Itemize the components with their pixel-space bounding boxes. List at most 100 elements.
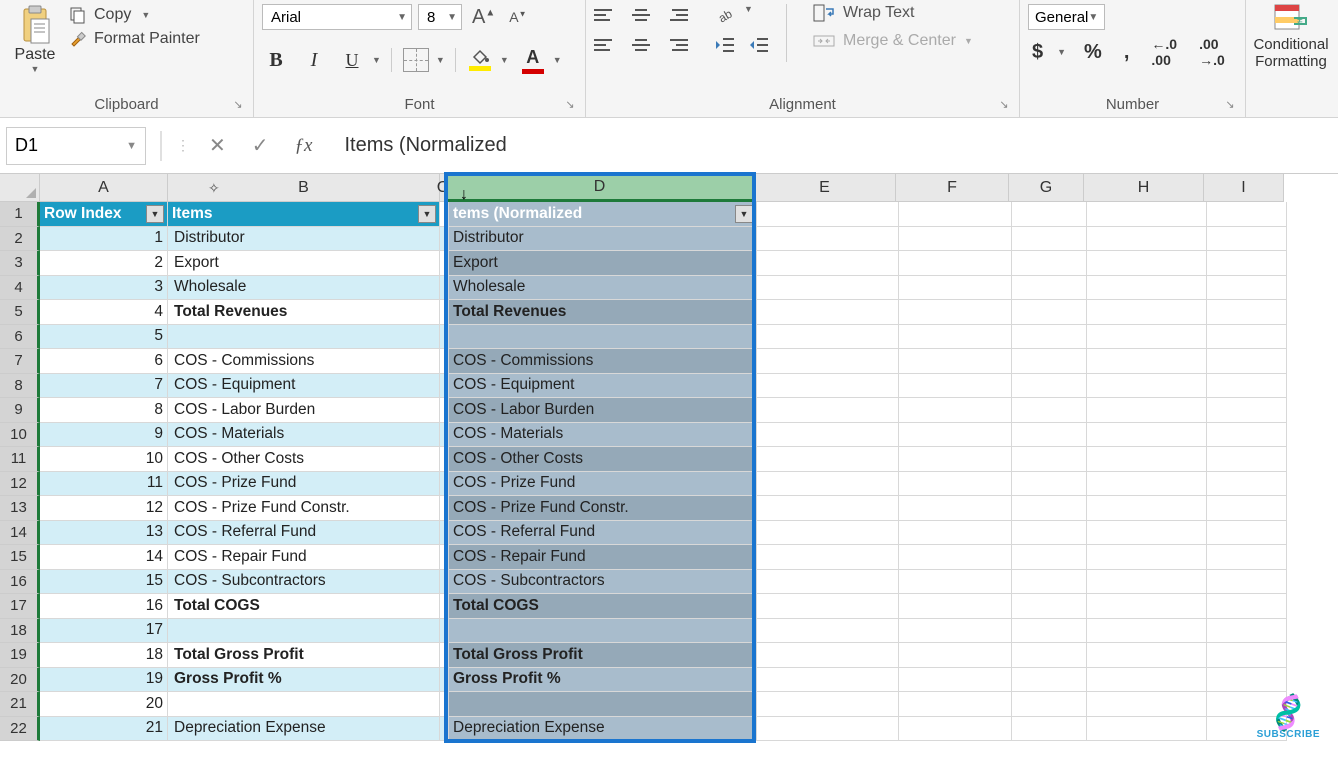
filter-button[interactable]: ▼ [146,205,164,223]
cell[interactable] [1087,398,1207,423]
cell[interactable]: 13 [40,521,168,546]
cell[interactable] [440,496,449,521]
decrease-font-button[interactable]: A▼ [505,9,530,25]
row-header-6[interactable]: 6 [0,325,40,350]
cell[interactable] [1087,227,1207,252]
decrease-decimal-button[interactable]: .00→.0 [1195,36,1229,68]
cell[interactable] [899,717,1012,742]
cell[interactable] [757,619,899,644]
cell[interactable] [440,643,449,668]
cell[interactable]: COS - Labor Burden [449,398,757,423]
cell[interactable] [757,423,899,448]
row-header-11[interactable]: 11 [0,447,40,472]
cell[interactable] [1012,545,1087,570]
align-bottom-button[interactable] [662,4,688,26]
dialog-launcher-icon[interactable]: ↘ [1223,98,1237,112]
cell[interactable] [1087,423,1207,448]
cell[interactable] [1012,570,1087,595]
cell[interactable] [899,594,1012,619]
cell[interactable] [440,472,449,497]
row-header-8[interactable]: 8 [0,374,40,399]
cell[interactable]: 15 [40,570,168,595]
cell[interactable]: COS - Prize Fund Constr. [449,496,757,521]
cell[interactable] [1207,325,1287,350]
cell[interactable]: Export [168,251,440,276]
cell[interactable] [1012,276,1087,301]
row-header-10[interactable]: 10 [0,423,40,448]
cell[interactable] [440,717,449,742]
currency-button[interactable]: $ [1028,41,1047,64]
cell[interactable] [1207,227,1287,252]
font-size-combo[interactable]: 8▼ [418,4,462,30]
row-header-14[interactable]: 14 [0,521,40,546]
font-name-combo[interactable]: Arial▼ [262,4,412,30]
cell[interactable] [899,668,1012,693]
row-header-19[interactable]: 19 [0,643,40,668]
row-header-15[interactable]: 15 [0,545,40,570]
increase-font-button[interactable]: A▲ [468,6,499,29]
cell[interactable] [1087,570,1207,595]
row-header-2[interactable]: 2 [0,227,40,252]
orientation-button[interactable]: ab [714,4,740,26]
cell[interactable] [449,692,757,717]
cell[interactable] [1012,251,1087,276]
dialog-launcher-icon[interactable]: ↘ [997,98,1011,112]
cell[interactable] [1087,668,1207,693]
cell[interactable] [440,202,449,227]
cell[interactable] [899,643,1012,668]
row-header-5[interactable]: 5 [0,300,40,325]
cell[interactable] [899,202,1012,227]
cell[interactable] [757,594,899,619]
underline-button[interactable]: U [338,46,366,74]
column-header-I[interactable]: I [1204,174,1284,202]
wrap-text-button[interactable]: Wrap Text [813,4,973,22]
copy-button[interactable]: Copy ▼ [68,6,200,24]
cell[interactable] [757,349,899,374]
cell[interactable] [1012,496,1087,521]
cell[interactable] [757,325,899,350]
cell[interactable]: 4 [40,300,168,325]
cell[interactable] [1087,692,1207,717]
cell[interactable] [899,521,1012,546]
cell[interactable] [1087,300,1207,325]
cell[interactable] [757,545,899,570]
cell[interactable]: COS - Referral Fund [168,521,440,546]
cell[interactable]: 19 [40,668,168,693]
cell[interactable]: Gross Profit % [449,668,757,693]
row-header-21[interactable]: 21 [0,692,40,717]
cell[interactable]: 7 [40,374,168,399]
cell[interactable] [757,668,899,693]
cell[interactable]: 6 [40,349,168,374]
italic-button[interactable]: I [300,46,328,74]
cell[interactable] [757,717,899,742]
cell[interactable]: COS - Labor Burden [168,398,440,423]
cell[interactable] [440,570,449,595]
decrease-indent-button[interactable] [714,34,740,56]
cell[interactable] [1087,251,1207,276]
cell[interactable]: COS - Commissions [449,349,757,374]
cell[interactable]: Total Gross Profit [449,643,757,668]
cell[interactable]: COS - Prize Fund Constr. [168,496,440,521]
cell[interactable]: 8 [40,398,168,423]
row-header-3[interactable]: 3 [0,251,40,276]
cell[interactable] [440,325,449,350]
cell[interactable]: 3 [40,276,168,301]
cell[interactable] [757,374,899,399]
cell[interactable] [1087,545,1207,570]
cell[interactable]: Row Index▼ [40,202,168,227]
cell[interactable]: Distributor [168,227,440,252]
column-header-D[interactable]: D [446,174,754,202]
cell[interactable]: 5 [40,325,168,350]
cell[interactable] [899,447,1012,472]
cell[interactable] [1207,300,1287,325]
cell[interactable] [1207,643,1287,668]
cell[interactable] [1012,619,1087,644]
cell[interactable] [757,276,899,301]
align-left-button[interactable] [594,34,620,56]
cell[interactable]: COS - Prize Fund [168,472,440,497]
bold-button[interactable]: B [262,46,290,74]
align-center-button[interactable] [628,34,654,56]
cell[interactable]: Export [449,251,757,276]
cell[interactable] [1012,374,1087,399]
cell[interactable]: COS - Materials [168,423,440,448]
